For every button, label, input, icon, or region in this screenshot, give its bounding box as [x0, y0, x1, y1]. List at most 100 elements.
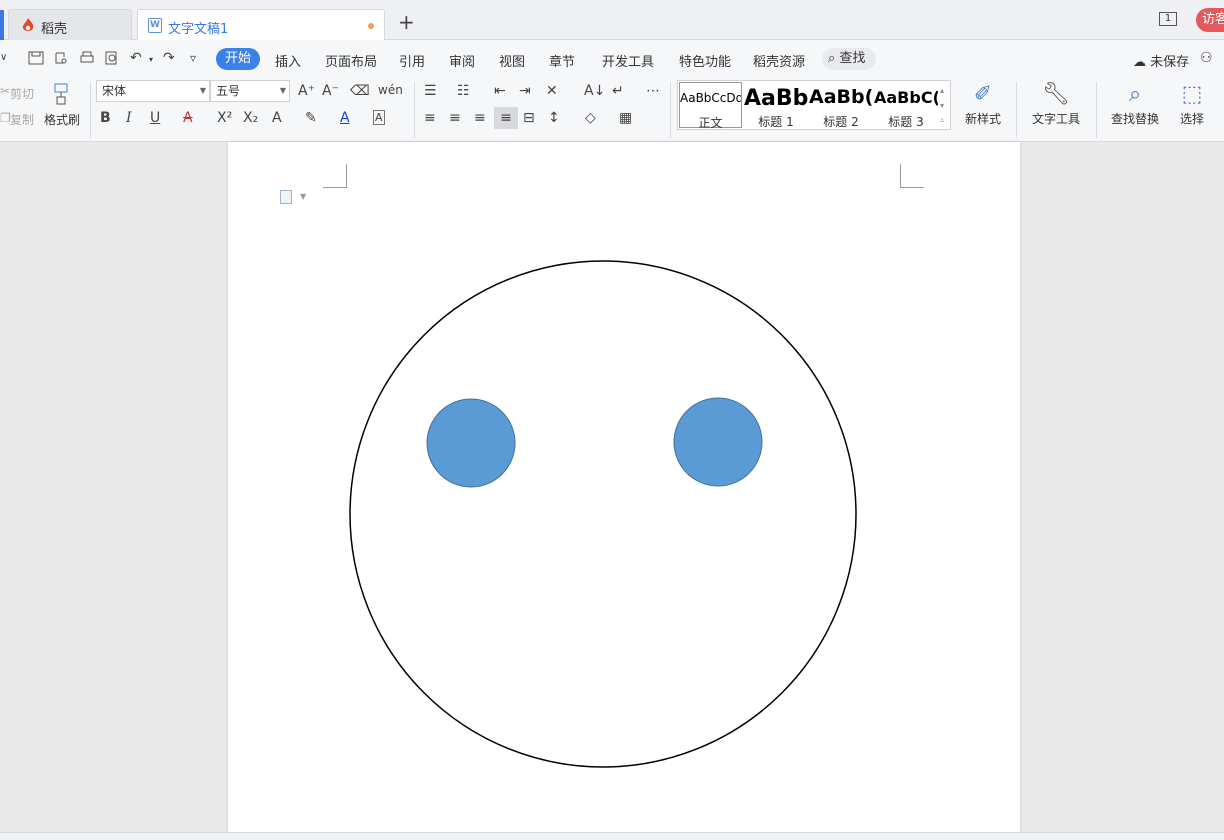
cut-button[interactable]: 剪切: [10, 85, 34, 102]
tab-daoke-label: 稻壳: [41, 22, 68, 37]
chinese-layout-icon[interactable]: ✕: [546, 83, 558, 99]
italic-icon[interactable]: I: [126, 110, 132, 126]
increase-indent-icon[interactable]: ⇥: [519, 83, 531, 99]
line-spacing-icon[interactable]: ↕: [548, 110, 560, 126]
unsaved-label: 未保存: [1150, 55, 1190, 70]
visitor-button[interactable]: 访客: [1196, 8, 1224, 32]
new-tab-button[interactable]: +: [398, 12, 415, 32]
menu-tab-review[interactable]: 审阅: [449, 51, 475, 70]
style-heading-3-name: 标题 3: [888, 115, 924, 129]
search-command[interactable]: ⌕ 查找: [822, 48, 876, 70]
window-count-badge[interactable]: 1: [1159, 12, 1177, 26]
menu-tab-developer[interactable]: 开发工具: [602, 51, 654, 70]
save-icon[interactable]: [28, 51, 44, 65]
style-heading-2[interactable]: AaBb( 标题 2: [809, 82, 873, 129]
unsaved-dot-icon: [368, 23, 374, 29]
subscript-icon[interactable]: X₂: [243, 110, 258, 126]
font-size-select[interactable]: 五号 ▼: [210, 80, 290, 102]
sort-icon[interactable]: A↓: [584, 83, 605, 99]
menu-tab-chapter[interactable]: 章节: [549, 51, 575, 70]
search-icon: ⌕: [828, 51, 836, 66]
magnifier-icon: ⌕: [1128, 82, 1142, 107]
font-name-value: 宋体: [102, 84, 127, 98]
style-heading-1[interactable]: AaBb 标题 1: [744, 82, 808, 129]
align-left-icon[interactable]: ≡: [424, 110, 436, 126]
left-eye-shape[interactable]: [426, 398, 516, 488]
style-heading-3[interactable]: AaBbC( 标题 3: [874, 82, 938, 129]
tab-bar: 稻壳 W 文字文稿1 + 1 访客: [0, 0, 1224, 41]
document-icon: W: [148, 18, 162, 33]
phonetic-guide-icon[interactable]: wén: [378, 82, 403, 98]
justify-icon[interactable]: ≡: [494, 107, 518, 129]
document-page[interactable]: ▼: [228, 142, 1020, 840]
borders-icon[interactable]: ▦: [619, 110, 632, 126]
menu-tab-home[interactable]: 开始: [216, 48, 260, 70]
bold-icon[interactable]: B: [100, 110, 111, 126]
style-heading-2-name: 标题 2: [823, 115, 859, 129]
print-preview-icon[interactable]: [104, 51, 120, 65]
decrease-indent-icon[interactable]: ⇤: [494, 83, 506, 99]
text-tools-button[interactable]: 🔧︎ 文字工具: [1026, 80, 1086, 127]
highlight-icon[interactable]: ✎: [305, 110, 317, 126]
text-effect-icon[interactable]: A: [272, 110, 282, 126]
align-center-icon[interactable]: ≡: [449, 110, 461, 126]
right-eye-shape[interactable]: [673, 397, 763, 487]
style-normal[interactable]: AaBbCcDd 正文: [679, 82, 742, 130]
daoke-logo-icon: [22, 18, 34, 31]
format-painter-icon[interactable]: [50, 82, 72, 106]
clear-format-icon[interactable]: ⌫: [350, 83, 370, 99]
font-name-dropdown-icon: ▼: [199, 86, 206, 95]
new-style-button[interactable]: ✐ 新样式: [958, 80, 1008, 127]
share-user-icon[interactable]: ⚇: [1200, 50, 1213, 66]
show-hide-marks-icon[interactable]: ↵: [612, 83, 624, 99]
menu-tab-view[interactable]: 视图: [499, 51, 525, 70]
styles-scroll-up-icon[interactable]: ▴: [940, 83, 944, 99]
window-edge: [0, 10, 4, 40]
select-label: 选择: [1179, 112, 1204, 126]
redo-icon[interactable]: ↷: [163, 50, 175, 66]
font-color-icon[interactable]: A: [340, 110, 350, 126]
ribbon-toolbar: ✂ 剪切 ❐ 复制 格式刷 宋体 ▼ 五号 ▼ A⁺ A⁻ ⌫ wén B I …: [0, 76, 1224, 142]
tab-daoke[interactable]: 稻壳: [8, 9, 132, 40]
grow-font-icon[interactable]: A⁺: [298, 83, 315, 99]
align-right-icon[interactable]: ≡: [474, 110, 486, 126]
status-bar: [0, 832, 1224, 840]
menu-tab-special[interactable]: 特色功能: [679, 51, 731, 70]
select-button[interactable]: ⬚ 选择: [1172, 80, 1212, 127]
undo-dropdown-icon[interactable]: ▾: [149, 52, 153, 68]
distributed-align-icon[interactable]: ⊟: [523, 110, 535, 126]
menu-tab-references[interactable]: 引用: [399, 51, 425, 70]
print-icon[interactable]: [79, 51, 95, 65]
font-size-dropdown-icon: ▼: [279, 86, 286, 95]
customize-toolbar-icon[interactable]: ▿: [190, 50, 196, 66]
superscript-icon[interactable]: X²: [217, 110, 232, 126]
menu-tab-insert[interactable]: 插入: [275, 51, 301, 70]
cut-icon[interactable]: ✂: [0, 84, 10, 98]
styles-scroll-down-icon[interactable]: ▾: [940, 98, 944, 114]
strikethrough-icon[interactable]: A: [183, 110, 193, 126]
style-heading-2-sample: AaBb(: [809, 86, 873, 108]
chevron-down-icon[interactable]: ∨: [0, 50, 7, 66]
table-grid-icon[interactable]: ⋯: [646, 83, 660, 99]
shading-icon[interactable]: ◇: [585, 110, 596, 126]
face-circle-shape[interactable]: [349, 260, 857, 768]
style-normal-sample: AaBbCcDd: [680, 91, 741, 105]
wrench-icon: 🔧︎: [1042, 82, 1070, 107]
shrink-font-icon[interactable]: A⁻: [322, 83, 339, 99]
tab-document[interactable]: W 文字文稿1: [137, 9, 385, 41]
cloud-save-status[interactable]: ☁ 未保存: [1133, 51, 1189, 70]
output-icon[interactable]: [53, 51, 69, 65]
ribbon-separator: [1096, 82, 1097, 138]
numbered-list-icon[interactable]: ☷: [457, 83, 470, 99]
font-name-select[interactable]: 宋体 ▼: [96, 80, 210, 102]
find-replace-button[interactable]: ⌕ 查找替换: [1104, 80, 1166, 127]
styles-expand-icon[interactable]: ⩡: [940, 113, 945, 129]
undo-icon[interactable]: ↶: [130, 50, 142, 66]
underline-icon[interactable]: U: [150, 110, 160, 126]
bullet-list-icon[interactable]: ☰: [424, 83, 437, 99]
format-painter-button[interactable]: 格式刷: [44, 111, 80, 128]
menu-tab-daoke-resources[interactable]: 稻壳资源: [753, 51, 805, 70]
character-border-icon[interactable]: A: [373, 110, 385, 125]
menu-tab-page-layout[interactable]: 页面布局: [325, 51, 377, 70]
copy-button[interactable]: 复制: [10, 111, 34, 128]
